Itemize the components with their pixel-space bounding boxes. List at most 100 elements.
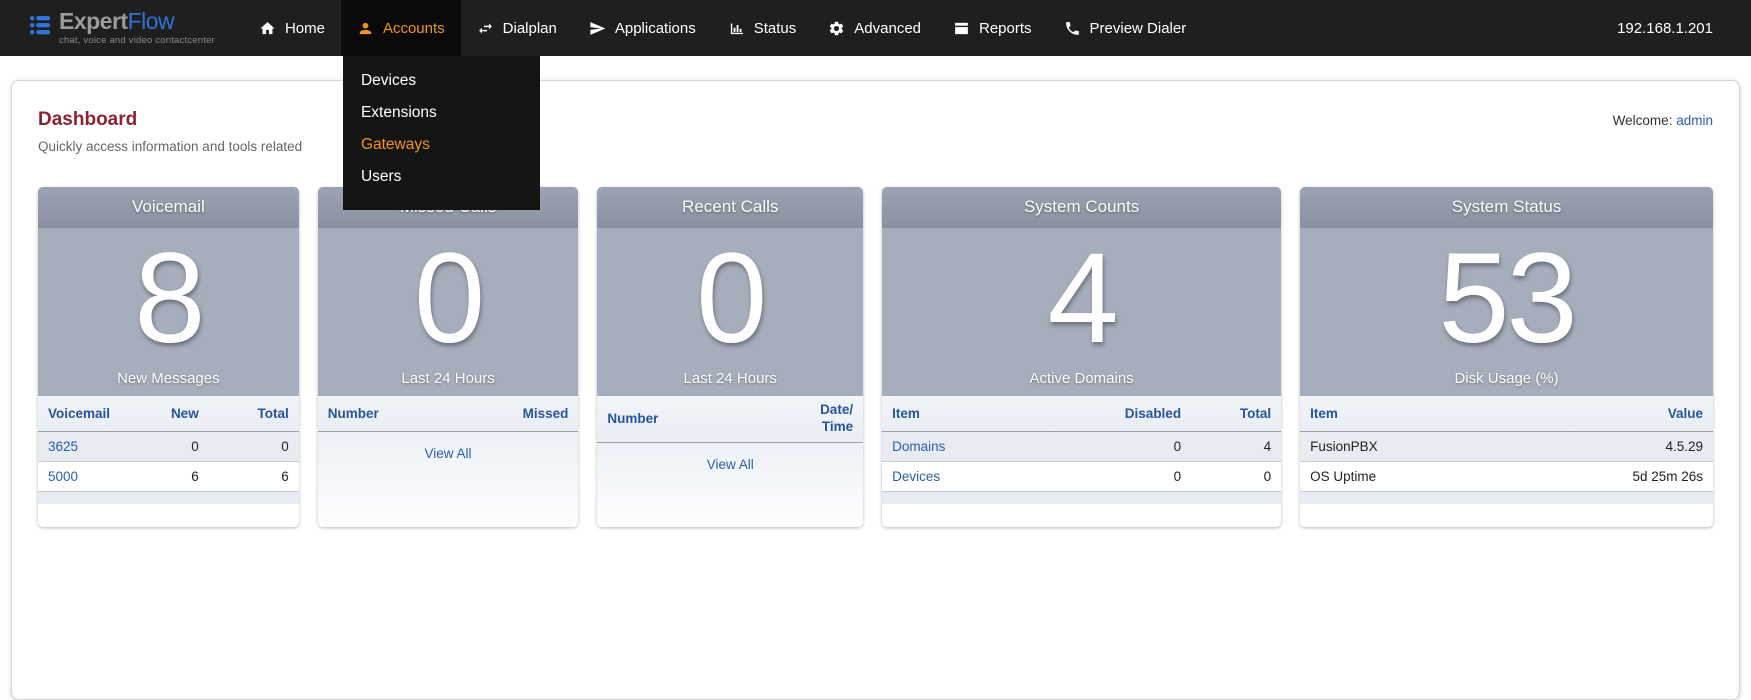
nav-item-label: Applications [615,20,696,37]
page-heading-block: Dashboard Quickly access information and… [38,109,302,154]
welcome-label: Welcome: [1613,113,1673,128]
card-body: 4 Active Domains [882,228,1281,396]
dashboard-cards-row: Voicemail 8 New Messages Voicemail New T… [38,187,1713,527]
gear-icon [828,20,845,37]
clipped-row [882,492,1281,504]
card-caption: New Messages [38,370,299,387]
col-header: Voicemail [38,396,109,432]
cell-value: 6 [209,462,299,492]
brand-text: ExpertFlow chat, voice and video contact… [59,10,215,46]
col-header: Number [597,396,783,442]
menu-item-extensions[interactable]: Extensions [343,97,540,129]
brand-name-light: Flow [128,8,175,34]
cell-value: 5d 25m 26s [1573,462,1713,492]
nav-item-label: Home [285,20,325,37]
card-title: Recent Calls [597,187,863,228]
col-header: Total [209,396,299,432]
page-subtitle: Quickly access information and tools rel… [38,139,302,154]
nav-item-status[interactable]: Status [712,0,813,56]
table-row: 3625 0 0 [38,432,299,462]
swap-arrows-icon [477,20,494,37]
card-body: 8 New Messages [38,228,299,396]
brand-icon [30,16,51,40]
cell-value: FusionPBX [1300,432,1573,462]
big-number: 8 [134,235,202,363]
view-all-link[interactable]: View All [425,446,472,461]
card-title: System Counts [882,187,1281,228]
system-status-table: Item Value FusionPBX 4.5.29 OS Uptime 5d… [1300,396,1713,492]
table-row: OS Uptime 5d 25m 26s [1300,462,1713,492]
big-number: 4 [1047,235,1115,363]
menu-item-users[interactable]: Users [343,161,540,193]
content-panel: Dashboard Quickly access information and… [11,80,1740,700]
system-counts-table: Item Disabled Total Domains 0 4 Devices … [882,396,1281,492]
nav-item-label: Reports [979,20,1032,37]
card-system-status: System Status 53 Disk Usage (%) Item Val… [1300,187,1713,527]
card-recent-calls: Recent Calls 0 Last 24 Hours Number Date… [597,187,863,527]
nav-item-preview-dialer[interactable]: Preview Dialer [1048,0,1203,56]
cell-value: 0 [109,432,209,462]
nav-item-home[interactable]: Home [243,0,341,56]
col-header: Number [318,396,469,432]
nav-item-label: Accounts [383,20,445,37]
phone-icon [1064,20,1081,37]
nav-item-label: Advanced [854,20,921,37]
card-caption: Last 24 Hours [318,370,579,387]
nav-item-accounts[interactable]: Accounts Devices Extensions Gateways Use… [341,0,461,56]
col-header: New [109,396,209,432]
nav-item-label: Status [754,20,797,37]
view-all-area: View All [318,432,579,527]
table-header-row: Item Disabled Total [882,396,1281,432]
home-icon [259,20,276,37]
col-header: Total [1191,396,1281,432]
nav-item-dialplan[interactable]: Dialplan [461,0,573,56]
col-header: Missed [468,396,578,432]
view-all-link[interactable]: View All [707,457,754,472]
paper-plane-icon [589,20,606,37]
cell-value: 0 [1191,462,1281,492]
nav-item-applications[interactable]: Applications [573,0,712,56]
nav-item-reports[interactable]: Reports [937,0,1048,56]
brand-logo[interactable]: ExpertFlow chat, voice and video contact… [30,0,215,56]
nav-item-advanced[interactable]: Advanced [812,0,937,56]
voicemail-table: Voicemail New Total 3625 0 0 5000 6 6 [38,396,299,492]
cell-value: 0 [1051,432,1191,462]
menu-item-gateways[interactable]: Gateways [343,129,540,161]
table-header-row: Voicemail New Total [38,396,299,432]
user-icon [357,20,374,37]
recent-calls-table: Number Date/ Time [597,396,863,443]
nav-item-label: Preview Dialer [1090,20,1187,37]
bar-chart-icon [728,20,745,37]
card-title: Voicemail [38,187,299,228]
table-header-row: Item Value [1300,396,1713,432]
card-body: 0 Last 24 Hours [597,228,863,396]
card-caption: Active Domains [882,370,1281,387]
col-header: Value [1573,396,1713,432]
card-title: System Status [1300,187,1713,228]
cell-value: 4.5.29 [1573,432,1713,462]
accounts-dropdown-menu: Devices Extensions Gateways Users [343,56,540,210]
table-row: 5000 6 6 [38,462,299,492]
card-body: 53 Disk Usage (%) [1300,228,1713,396]
voicemail-box-link[interactable]: 5000 [48,469,78,484]
devices-link[interactable]: Devices [892,469,940,484]
brand-tagline: chat, voice and video contactcenter [59,36,215,46]
clipped-row [1300,492,1713,504]
card-system-counts: System Counts 4 Active Domains Item Disa… [882,187,1281,527]
cell-value: 6 [109,462,209,492]
menu-item-devices[interactable]: Devices [343,65,540,97]
welcome-user-link[interactable]: admin [1676,113,1713,128]
card-missed-calls: Missed Calls 0 Last 24 Hours Number Miss… [318,187,579,527]
nav-item-label: Dialplan [503,20,557,37]
card-caption: Last 24 Hours [597,370,863,387]
cell-value: 4 [1191,432,1281,462]
clipped-row [38,492,299,504]
server-ip: 192.168.1.201 [1617,20,1713,37]
voicemail-box-link[interactable]: 3625 [48,439,78,454]
view-all-area: View All [597,443,863,527]
domains-link[interactable]: Domains [892,439,945,454]
big-number: 0 [414,235,482,363]
report-window-icon [953,20,970,37]
top-nav: ExpertFlow chat, voice and video contact… [0,0,1751,56]
card-body: 0 Last 24 Hours [318,228,579,396]
